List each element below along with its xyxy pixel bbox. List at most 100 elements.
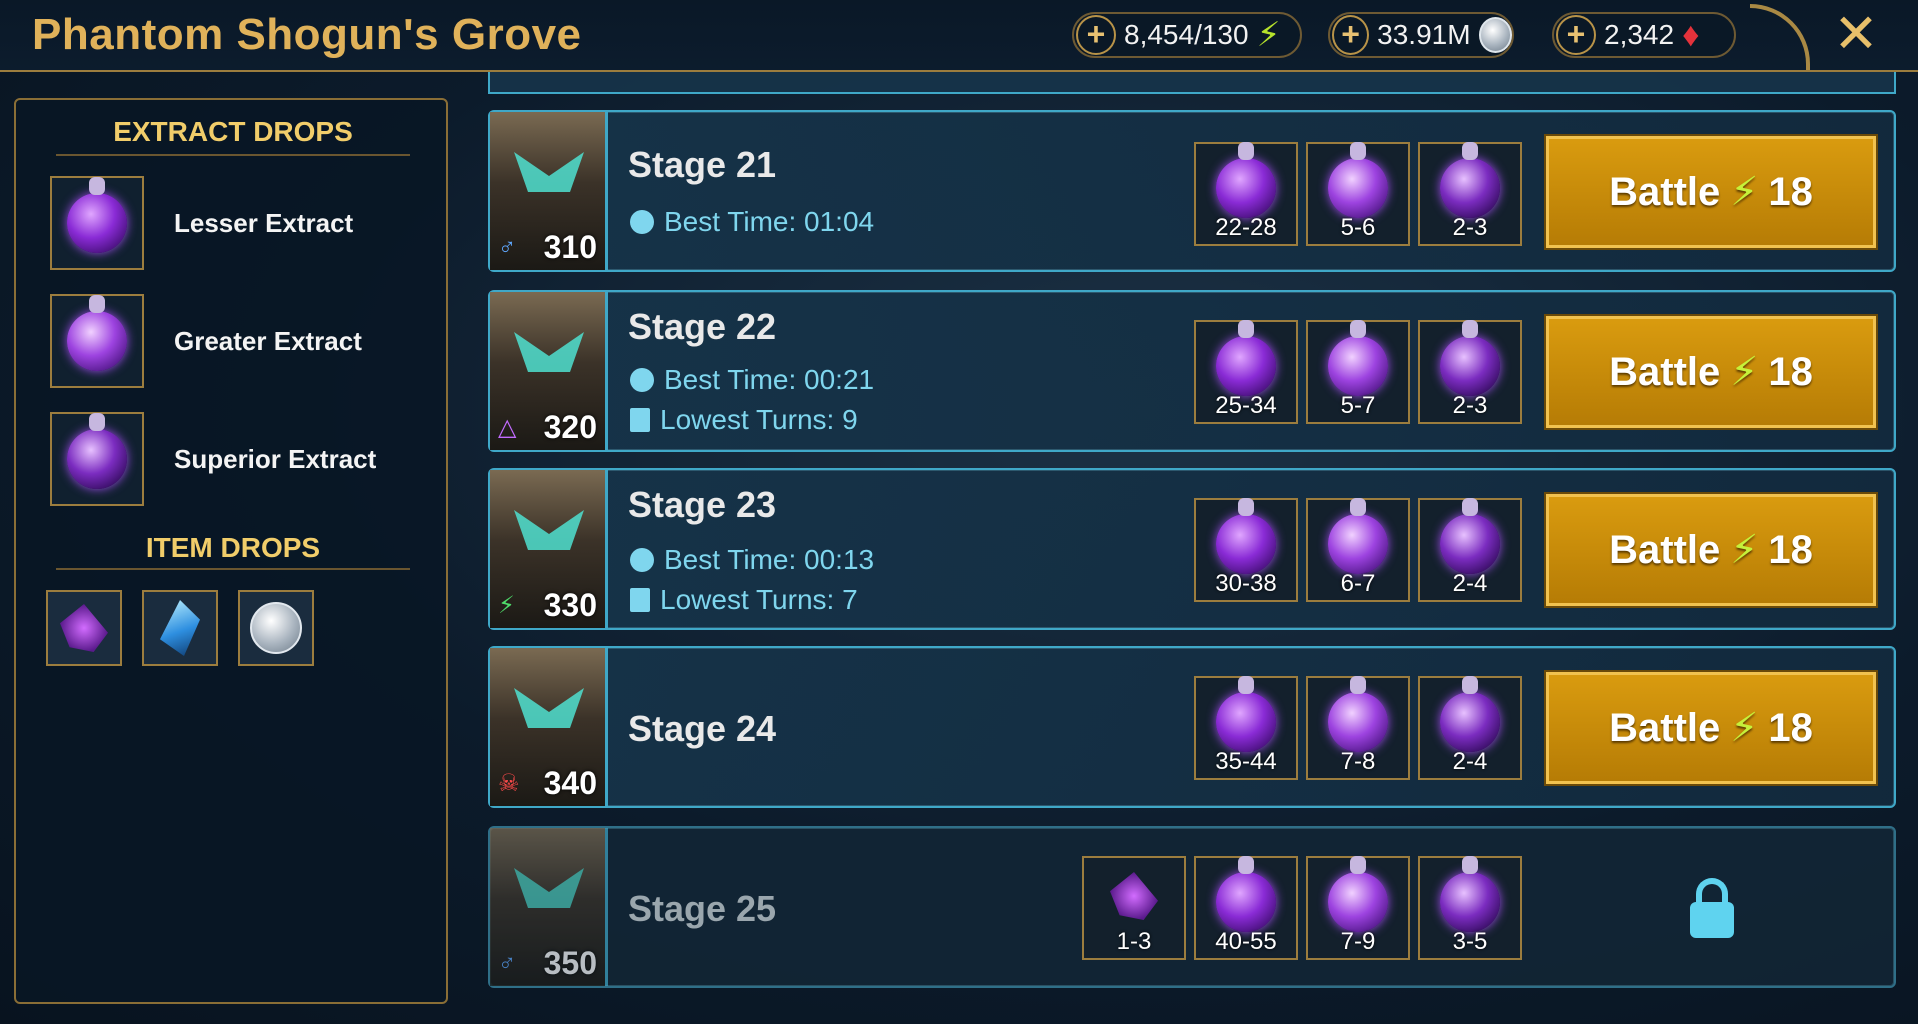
reward-amount: 40-55 xyxy=(1215,928,1277,955)
superior-extract-icon xyxy=(1440,856,1500,932)
battle-button[interactable]: Battle ⚡ 18 xyxy=(1544,314,1878,430)
energy-cost: 18 xyxy=(1768,169,1813,214)
divider xyxy=(56,154,410,156)
lesser-extract-icon xyxy=(1216,320,1276,396)
reward-slot[interactable]: 30-38 xyxy=(1194,498,1298,602)
extract-item-superior[interactable]: Superior Extract xyxy=(50,412,376,506)
extract-item-lesser[interactable]: Lesser Extract xyxy=(50,176,353,270)
reward-slot[interactable]: 5-7 xyxy=(1306,320,1410,424)
lesser-extract-icon xyxy=(1216,142,1276,218)
stage-card[interactable]: ☠ 340 Stage 24 35-44 7-8 2-4 Battle ⚡ 18 xyxy=(488,646,1896,808)
boss-portrait: ♂ 310 xyxy=(490,112,608,270)
item-drop[interactable] xyxy=(142,590,218,666)
flag-icon xyxy=(630,588,650,612)
energy-value: 8,454/130 xyxy=(1124,19,1249,50)
add-gems-button[interactable]: + xyxy=(1556,15,1596,55)
energy-bolt-icon: ⚡ xyxy=(1256,16,1281,54)
clock-icon xyxy=(630,548,654,572)
artifact-icon xyxy=(1110,872,1158,920)
item-drop[interactable] xyxy=(238,590,314,666)
battle-button[interactable]: Battle ⚡ 18 xyxy=(1544,134,1878,250)
best-time: Best Time: 00:21 xyxy=(630,364,874,396)
reward-amount: 7-9 xyxy=(1340,928,1376,955)
add-silver-button[interactable]: + xyxy=(1332,15,1370,55)
lesser-extract-icon xyxy=(1216,676,1276,752)
energy-bolt-icon: ⚡ xyxy=(1730,350,1759,394)
extract-drops-heading: EXTRACT DROPS xyxy=(113,116,353,147)
extract-item-greater[interactable]: Greater Extract xyxy=(50,294,362,388)
reward-slot[interactable]: 3-5 xyxy=(1418,856,1522,960)
reward-slot[interactable]: 2-4 xyxy=(1418,676,1522,780)
add-energy-button[interactable]: + xyxy=(1076,15,1116,55)
reward-slot[interactable]: 5-6 xyxy=(1306,142,1410,246)
close-icon[interactable]: ✕ xyxy=(1826,4,1886,64)
battle-button[interactable]: Battle ⚡ 18 xyxy=(1544,670,1878,786)
reward-slot[interactable]: 35-44 xyxy=(1194,676,1298,780)
reward-slot[interactable]: 7-8 xyxy=(1306,676,1410,780)
reward-amount: 30-38 xyxy=(1215,570,1277,597)
affinity-icon: ⚡ xyxy=(498,592,515,619)
energy-cost: 18 xyxy=(1768,705,1813,750)
reward-amount: 22-28 xyxy=(1215,214,1277,241)
superior-extract-icon xyxy=(1440,676,1500,752)
battle-label: Battle xyxy=(1609,527,1721,572)
reward-slot[interactable]: 2-3 xyxy=(1418,320,1522,424)
best-time-label: Best Time: 00:21 xyxy=(664,364,875,395)
reward-slot[interactable]: 6-7 xyxy=(1306,498,1410,602)
best-time-label: Best Time: 01:04 xyxy=(664,206,875,237)
lesser-extract-icon xyxy=(50,176,144,270)
reward-amount: 25-34 xyxy=(1215,392,1277,419)
drops-panel: EXTRACT DROPS Lesser Extract Greater Ext… xyxy=(14,98,448,1004)
item-drop[interactable] xyxy=(46,590,122,666)
energy-bolt-icon: ⚡ xyxy=(1730,706,1759,750)
reward-slot[interactable]: 22-28 xyxy=(1194,142,1298,246)
energy-bolt-icon: ⚡ xyxy=(1730,170,1759,214)
greater-extract-icon xyxy=(1328,320,1388,396)
clock-icon xyxy=(630,210,654,234)
stage-card[interactable]: ♂ 310 Stage 21 Best Time: 01:04 22-28 5-… xyxy=(488,110,1896,272)
silver-counter: + 33.91M xyxy=(1328,12,1514,58)
top-bar: Phantom Shogun's Grove + 8,454/130 ⚡ + 3… xyxy=(0,0,1918,72)
extract-label: Superior Extract xyxy=(174,443,377,474)
best-time: Best Time: 00:13 xyxy=(630,544,874,576)
greater-extract-icon xyxy=(50,294,144,388)
item-drops-heading: ITEM DROPS xyxy=(145,532,321,563)
superior-extract-icon xyxy=(1440,498,1500,574)
reward-amount: 5-7 xyxy=(1340,392,1376,419)
gem-counter: + 2,342 ♦ xyxy=(1552,12,1736,58)
lesser-extract-icon xyxy=(1216,498,1276,574)
affinity-icon: ♂ xyxy=(498,950,516,977)
divider xyxy=(56,568,410,570)
stage-card[interactable]: △ 320 Stage 22 Best Time: 00:21 Lowest T… xyxy=(488,290,1896,452)
reward-amount: 2-3 xyxy=(1452,392,1488,419)
reward-slot[interactable]: 25-34 xyxy=(1194,320,1298,424)
greater-extract-icon xyxy=(1328,676,1388,752)
energy-counter: + 8,454/130 ⚡ xyxy=(1072,12,1302,58)
superior-extract-icon xyxy=(1440,320,1500,396)
stage-card[interactable]: ⚡ 330 Stage 23 Best Time: 00:13 Lowest T… xyxy=(488,468,1896,630)
corner-ornament xyxy=(1750,4,1810,70)
reward-slot[interactable]: 40-55 xyxy=(1194,856,1298,960)
lesser-extract-icon xyxy=(1216,856,1276,932)
reward-slot[interactable]: 1-3 xyxy=(1082,856,1186,960)
lowest-turns-label: Lowest Turns: 9 xyxy=(660,404,858,435)
stage-card-locked: ♂ 350 Stage 25 1-3 40-55 7-9 3-5 xyxy=(488,826,1896,988)
battle-button[interactable]: Battle ⚡ 18 xyxy=(1544,492,1878,608)
page-title: Phantom Shogun's Grove xyxy=(32,10,582,59)
stage-card-partial xyxy=(488,72,1896,94)
reward-slot[interactable]: 2-4 xyxy=(1418,498,1522,602)
superior-extract-icon xyxy=(50,412,144,506)
best-time: Best Time: 01:04 xyxy=(630,206,874,238)
reward-slot[interactable]: 7-9 xyxy=(1306,856,1410,960)
boss-portrait: △ 320 xyxy=(490,292,608,450)
reward-slot[interactable]: 2-3 xyxy=(1418,142,1522,246)
affinity-icon: △ xyxy=(498,414,517,441)
reward-amount: 5-6 xyxy=(1340,214,1376,241)
energy-cost: 18 xyxy=(1768,349,1813,394)
silver-value: 33.91M xyxy=(1377,19,1471,50)
lowest-turns-label: Lowest Turns: 7 xyxy=(660,584,858,615)
lowest-turns: Lowest Turns: 9 xyxy=(630,404,858,436)
greater-extract-icon xyxy=(1328,498,1388,574)
artifact-icon xyxy=(60,604,108,652)
stage-title: Stage 22 xyxy=(628,306,777,347)
